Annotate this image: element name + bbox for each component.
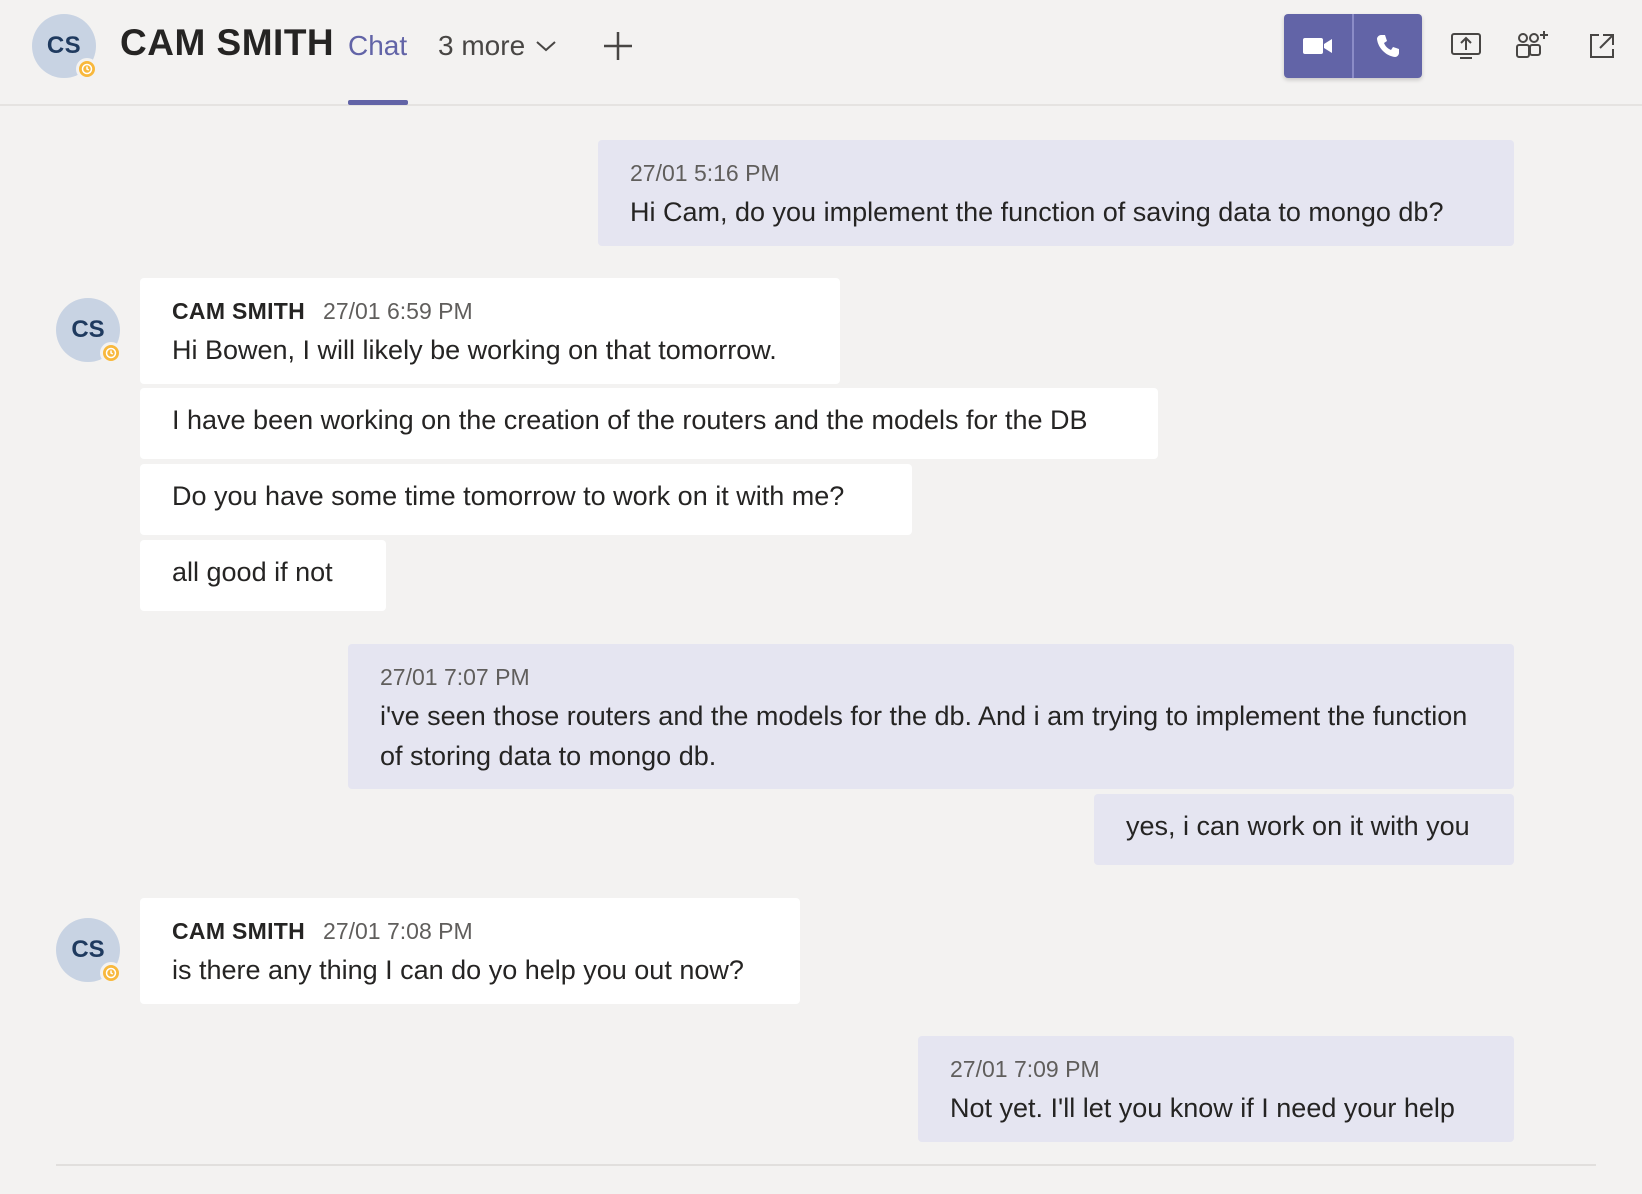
add-people-button[interactable]	[1514, 28, 1550, 64]
message-text: Not yet. I'll let you know if I need you…	[950, 1093, 1455, 1123]
plus-icon	[604, 32, 632, 60]
away-status-icon	[100, 342, 122, 364]
share-screen-button[interactable]	[1448, 28, 1484, 64]
message-text: all good if not	[172, 557, 333, 587]
call-button-group	[1284, 14, 1422, 78]
chevron-down-icon	[536, 41, 556, 52]
sender-avatar[interactable]: CS	[56, 298, 122, 364]
audio-call-icon	[1377, 35, 1399, 57]
sender-avatar[interactable]: CS	[56, 918, 122, 984]
message-bubble-received[interactable]: all good if not	[140, 540, 386, 611]
sender-name: CAM SMITH	[172, 918, 306, 944]
message-text: is there any thing I can do yo help you …	[172, 955, 744, 985]
message-timestamp: 27/01 7:08 PM	[323, 918, 473, 944]
message-bubble-sent[interactable]: 27/01 7:09 PM Not yet. I'll let you know…	[918, 1036, 1514, 1142]
contact-name: CAM SMITH	[120, 22, 335, 63]
message-text: I have been working on the creation of t…	[172, 405, 1088, 435]
message-text: yes, i can work on it with you	[1126, 811, 1470, 841]
message-text: Do you have some time tomorrow to work o…	[172, 481, 845, 511]
message-timestamp: 27/01 7:07 PM	[380, 664, 530, 690]
more-tabs-dropdown[interactable]: 3 more	[438, 30, 557, 62]
chat-header: CS CAM SMITH Chat 3 more	[0, 0, 1642, 106]
message-text: Hi Cam, do you implement the function of…	[630, 197, 1444, 227]
away-status-icon	[76, 58, 98, 80]
message-bubble-received[interactable]: I have been working on the creation of t…	[140, 388, 1158, 459]
message-bubble-sent[interactable]: 27/01 7:07 PM i've seen those routers an…	[348, 644, 1514, 789]
active-tab-indicator	[348, 100, 408, 105]
message-bubble-received[interactable]: CAM SMITH 27/01 7:08 PM is there any thin…	[140, 898, 800, 1004]
message-timestamp: 27/01 5:16 PM	[630, 160, 780, 186]
pop-out-icon	[1590, 34, 1614, 58]
video-call-button[interactable]	[1284, 14, 1352, 78]
avatar-initials: CS	[46, 32, 82, 59]
message-bubble-sent[interactable]: yes, i can work on it with you	[1094, 794, 1514, 865]
pop-out-button[interactable]	[1584, 28, 1620, 64]
sender-name: CAM SMITH	[172, 298, 306, 324]
message-text: Hi Bowen, I will likely be working on th…	[172, 335, 777, 365]
message-bubble-received[interactable]: Do you have some time tomorrow to work o…	[140, 464, 912, 535]
message-text: i've seen those routers and the models f…	[380, 701, 1468, 771]
message-timestamp: 27/01 6:59 PM	[323, 298, 473, 324]
audio-call-button[interactable]	[1352, 14, 1422, 78]
video-call-icon	[1303, 38, 1332, 54]
compose-divider	[56, 1164, 1596, 1166]
message-timestamp: 27/01 7:09 PM	[950, 1056, 1100, 1082]
more-tabs-label: 3 more	[438, 30, 526, 61]
avatar-initials: CS	[71, 316, 105, 343]
message-bubble-received[interactable]: CAM SMITH 27/01 6:59 PM Hi Bowen, I will …	[140, 278, 840, 384]
share-screen-icon	[1451, 33, 1481, 59]
add-tab-button[interactable]	[600, 28, 636, 64]
away-status-icon	[100, 962, 122, 984]
avatar-initials: CS	[71, 936, 105, 963]
message-bubble-sent[interactable]: 27/01 5:16 PM Hi Cam, do you implement t…	[598, 140, 1514, 246]
tab-chat[interactable]: Chat	[348, 30, 407, 62]
contact-avatar[interactable]: CS	[32, 14, 98, 80]
add-people-icon	[1516, 31, 1548, 58]
